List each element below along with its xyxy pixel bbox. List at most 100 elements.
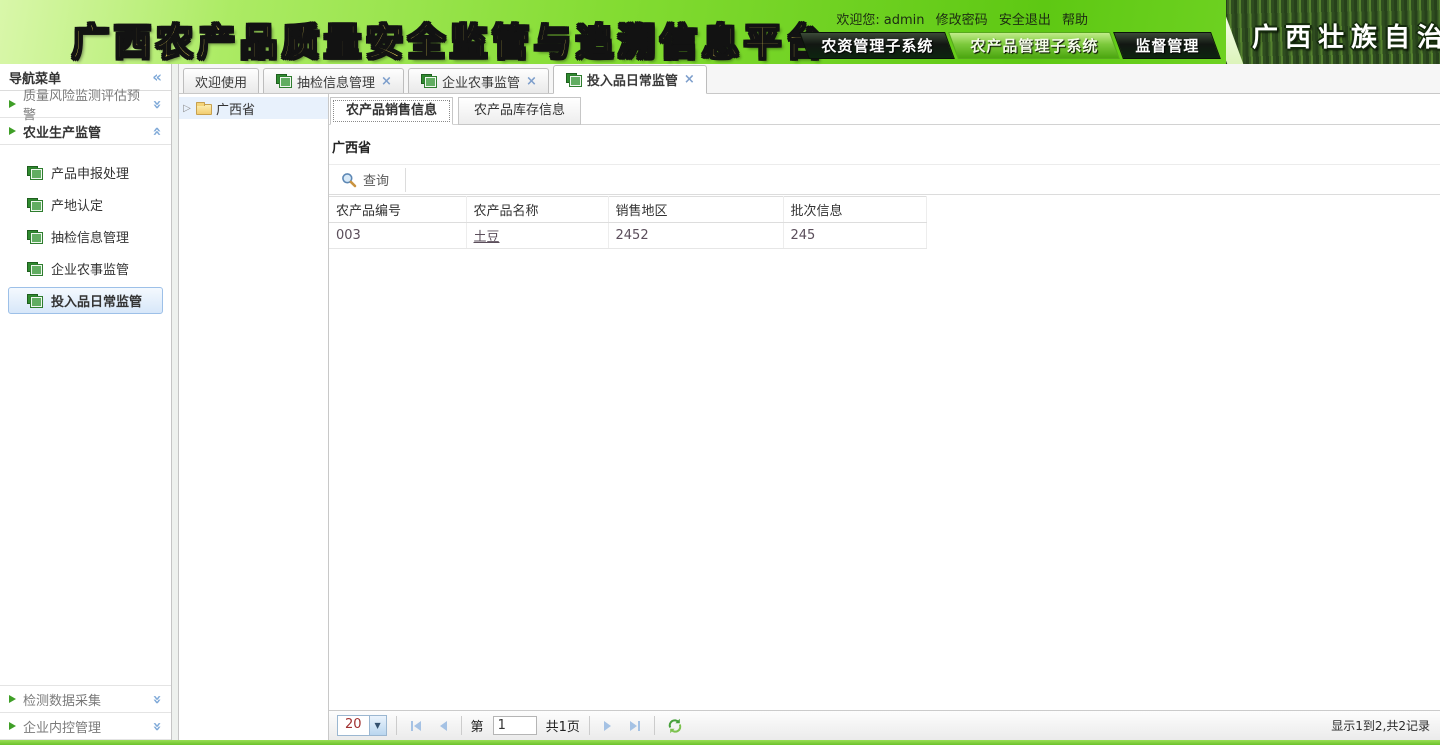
next-page-icon xyxy=(604,721,611,731)
workarea: ▷ 广西省 农产品销售信息 农产品库存信息 广西省 xyxy=(179,94,1440,740)
subtab-sales-info[interactable]: 农产品销售信息 xyxy=(330,97,453,125)
pagination-separator xyxy=(396,716,397,735)
arrow-right-icon xyxy=(9,100,16,108)
sidebar-title: 导航菜单 xyxy=(9,68,61,87)
tab-docs-icon xyxy=(275,74,291,88)
next-page-button[interactable] xyxy=(599,719,616,733)
cell-product-name[interactable]: 土豆 xyxy=(466,223,608,249)
menu-docs-icon xyxy=(26,166,42,180)
record-summary: 显示1到2,共2记录 xyxy=(1331,717,1432,734)
arrow-right-icon xyxy=(9,722,16,730)
tab-enterprise-farming[interactable]: 企业农事监管 × xyxy=(408,68,549,93)
tree-node-guangxi[interactable]: ▷ 广西省 xyxy=(179,97,328,119)
document-tabbar: 欢迎使用 抽检信息管理 × 企业农事监管 × 投入品日常监管 × xyxy=(179,64,1440,94)
first-page-icon xyxy=(411,721,413,731)
welcome-bar: 欢迎您: admin 修改密码 安全退出 帮助 xyxy=(836,9,1088,28)
sidebar-splitter[interactable] xyxy=(172,64,179,740)
pagination-separator xyxy=(589,716,590,735)
pagination-separator xyxy=(461,716,462,735)
menu-docs-icon xyxy=(26,230,42,244)
menu-docs-icon xyxy=(26,294,42,308)
search-button[interactable]: 查询 xyxy=(333,168,397,191)
region-banner-label: 广西壮族自治区 xyxy=(1252,17,1440,54)
tab-input-supervision[interactable]: 投入品日常监管 × xyxy=(553,65,707,94)
subsystem-tabs: 农资管理子系统 农产品管理子系统 监督管理 xyxy=(804,32,1216,59)
cell-batch-info: 245 xyxy=(783,223,926,249)
sidebar-group-risk-monitoring[interactable]: 质量风险监测评估预警 « xyxy=(0,91,171,118)
chevron-double-down-icon[interactable]: « xyxy=(150,694,165,704)
footer-strip xyxy=(0,740,1440,745)
column-header-product-name[interactable]: 农产品名称 xyxy=(466,197,608,223)
search-icon xyxy=(341,172,357,188)
navigation-sidebar: 导航菜单 « 质量风险监测评估预警 « 农业生产监管 « 产品申报处理 xyxy=(0,64,172,740)
chevron-double-up-icon[interactable]: « xyxy=(150,126,165,136)
column-header-product-id[interactable]: 农产品编号 xyxy=(329,197,466,223)
chevron-double-down-icon[interactable]: « xyxy=(150,99,165,109)
welcome-prefix: 欢迎您: xyxy=(836,13,879,28)
page-size-value: 20 xyxy=(338,716,369,735)
search-toolbar: 查询 xyxy=(329,164,1440,195)
pagination-bar: 20 ▼ 第 共1页 xyxy=(329,710,1440,740)
arrow-right-icon xyxy=(9,695,16,703)
tree-expander-icon[interactable]: ▷ xyxy=(182,103,192,114)
sidebar-bottom-groups: 检测数据采集 « 企业内控管理 « xyxy=(0,685,171,740)
logout-link[interactable]: 安全退出 xyxy=(999,13,1051,28)
refresh-button[interactable] xyxy=(667,718,683,734)
main-area: 导航菜单 « 质量风险监测评估预警 « 农业生产监管 « 产品申报处理 xyxy=(0,64,1440,740)
dropdown-arrow-icon[interactable]: ▼ xyxy=(369,716,386,735)
region-title: 广西省 xyxy=(332,137,1437,156)
refresh-icon xyxy=(667,718,683,734)
page-title: 广西农产品质量安全监管与追溯信息平台 xyxy=(72,12,828,66)
sidebar-item-product-declaration[interactable]: 产品申报处理 xyxy=(8,159,163,186)
app-header: 广西农产品质量安全监管与追溯信息平台 欢迎您: admin 修改密码 安全退出 帮… xyxy=(0,0,1440,64)
arrow-right-icon xyxy=(9,127,16,135)
chevron-double-down-icon[interactable]: « xyxy=(150,721,165,731)
content-panel: 农产品销售信息 农产品库存信息 广西省 查询 xyxy=(329,94,1440,740)
menu-docs-icon xyxy=(26,198,42,212)
prev-page-icon xyxy=(440,721,447,731)
page-prefix-label: 第 xyxy=(471,716,484,735)
tab-welcome[interactable]: 欢迎使用 xyxy=(183,68,259,93)
page-total-label: 共1页 xyxy=(546,716,580,735)
folder-icon xyxy=(196,104,212,115)
subsystem-tab-agri-products[interactable]: 农产品管理子系统 xyxy=(948,32,1120,59)
sidebar-item-enterprise-farming[interactable]: 企业农事监管 xyxy=(8,255,163,282)
change-password-link[interactable]: 修改密码 xyxy=(936,13,988,28)
sidebar-item-sampling-info[interactable]: 抽检信息管理 xyxy=(8,223,163,250)
tab-sampling-info[interactable]: 抽检信息管理 × xyxy=(263,68,404,93)
sidebar-collapse-icon[interactable]: « xyxy=(152,70,162,85)
sidebar-group-agri-production[interactable]: 农业生产监管 « xyxy=(0,118,171,145)
page-size-select[interactable]: 20 ▼ xyxy=(337,715,387,736)
column-header-batch-info[interactable]: 批次信息 xyxy=(783,197,926,223)
page-number-input[interactable] xyxy=(493,716,537,735)
first-page-button[interactable] xyxy=(406,719,426,733)
close-icon[interactable]: × xyxy=(526,74,537,89)
subsystem-tab-agri-materials[interactable]: 农资管理子系统 xyxy=(799,32,955,59)
table-row[interactable]: 003 土豆 2452 245 xyxy=(329,223,926,249)
toolbar-separator xyxy=(405,168,406,192)
subtab-inventory-info[interactable]: 农产品库存信息 xyxy=(458,97,581,125)
sidebar-menu: 产品申报处理 产地认定 抽检信息管理 企业农事监管 投入品日常监管 xyxy=(0,145,171,323)
close-icon[interactable]: × xyxy=(381,74,392,89)
cell-sales-region: 2452 xyxy=(608,223,783,249)
sidebar-item-origin-certification[interactable]: 产地认定 xyxy=(8,191,163,218)
last-page-icon xyxy=(638,721,640,731)
sidebar-group-test-data-collection[interactable]: 检测数据采集 « xyxy=(0,686,171,713)
username: admin xyxy=(884,13,925,28)
prev-page-button[interactable] xyxy=(435,719,452,733)
pagination-separator xyxy=(654,716,655,735)
close-icon[interactable]: × xyxy=(684,72,695,87)
region-tree-panel: ▷ 广西省 xyxy=(179,94,329,740)
tab-docs-icon xyxy=(420,74,436,88)
tab-docs-icon xyxy=(565,73,581,87)
sidebar-group-internal-control[interactable]: 企业内控管理 « xyxy=(0,713,171,740)
help-link[interactable]: 帮助 xyxy=(1062,13,1088,28)
subsystem-tab-supervision[interactable]: 监督管理 xyxy=(1113,32,1221,59)
content-spacer xyxy=(329,249,1440,710)
cell-product-id: 003 xyxy=(329,223,466,249)
last-page-button[interactable] xyxy=(625,719,645,733)
column-header-sales-region[interactable]: 销售地区 xyxy=(608,197,783,223)
table-header-row: 农产品编号 农产品名称 销售地区 批次信息 xyxy=(329,197,926,223)
sidebar-item-input-supervision[interactable]: 投入品日常监管 xyxy=(8,287,163,314)
products-table: 农产品编号 农产品名称 销售地区 批次信息 003 土豆 2452 xyxy=(329,196,927,249)
